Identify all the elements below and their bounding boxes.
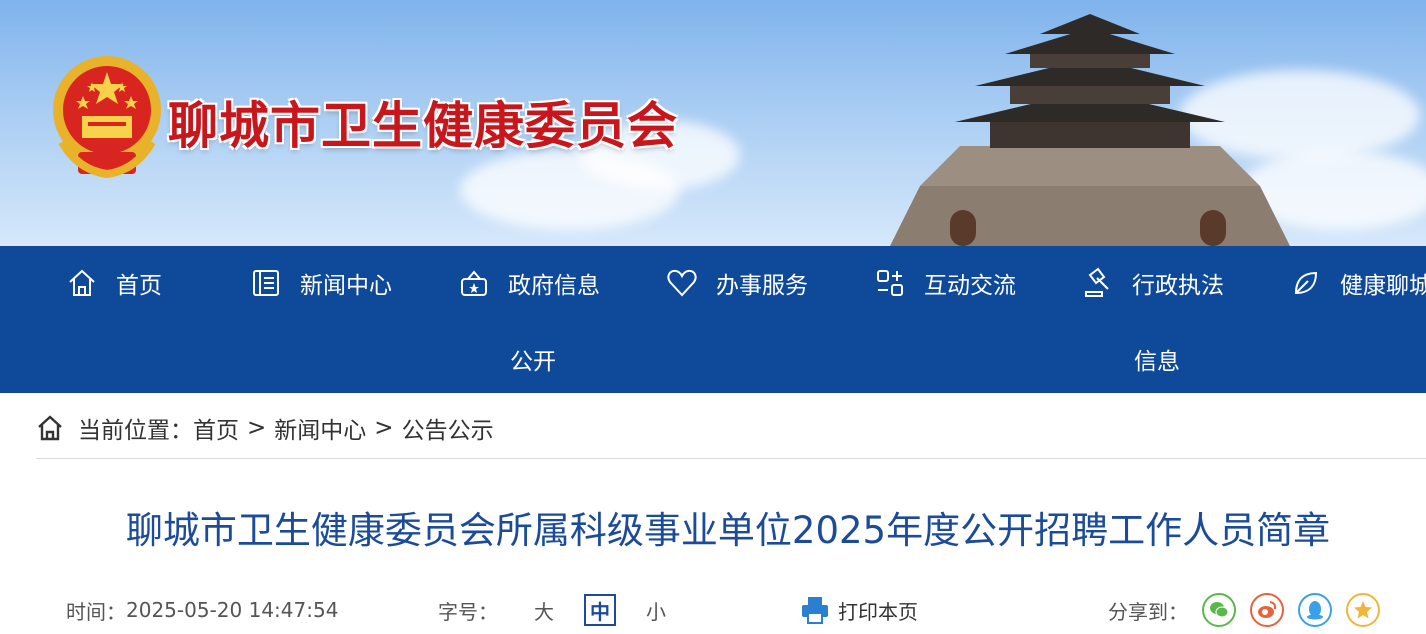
share-bar: 分享到： — [1108, 592, 1380, 628]
breadcrumb: 当前位置： 首页 > 新闻中心 > 公告公示 — [36, 408, 494, 448]
font-size-selector: 字号： 大 中 小 — [438, 592, 666, 628]
article-time: 时间： 2025-05-20 14:47:54 — [66, 592, 338, 628]
leaf-icon — [1294, 271, 1318, 295]
site-title: 聊城市卫生健康委员会 — [168, 97, 678, 155]
interaction-icon — [877, 270, 903, 296]
breadcrumb-separator: > — [374, 415, 394, 441]
article-title: 聊城市卫生健康委员会所属科级事业单位2025年度公开招聘工作人员简章 — [125, 509, 1331, 552]
font-size-medium[interactable]: 中 — [584, 594, 616, 626]
drum-tower-image — [890, 14, 1290, 246]
gavel-icon — [1085, 267, 1109, 297]
wechat-share-icon[interactable] — [1202, 593, 1236, 627]
header-banner: 聊城市卫生健康委员会 — [0, 0, 1426, 246]
font-size-large[interactable]: 大 — [534, 596, 554, 625]
weibo-share-icon[interactable] — [1250, 593, 1284, 627]
breadcrumb-link-notices[interactable]: 公告公示 — [402, 411, 494, 445]
newspaper-icon — [253, 270, 279, 296]
font-size-small[interactable]: 小 — [646, 596, 666, 625]
nav-item-health[interactable]: 健康聊城 — [1290, 266, 1426, 300]
heart-icon — [667, 269, 697, 297]
qzone-share-icon[interactable] — [1346, 593, 1380, 627]
time-label: 时间： — [66, 599, 126, 624]
nav-item-gov-info-line2[interactable]: 公开 — [510, 342, 556, 376]
font-size-label: 字号： — [438, 599, 498, 624]
nav-item-enforcement[interactable]: 行政执法 — [1082, 266, 1224, 300]
government-icon — [461, 270, 487, 296]
nav-item-enforcement-line2[interactable]: 信息 — [1134, 342, 1180, 376]
national-emblem-logo — [53, 56, 161, 179]
nav-item-news[interactable]: 新闻中心 — [250, 266, 392, 300]
time-value: 2025-05-20 14:47:54 — [126, 598, 339, 622]
share-label: 分享到： — [1108, 599, 1188, 624]
breadcrumb-prefix: 当前位置： — [78, 418, 193, 444]
printer-icon — [802, 597, 828, 624]
home-icon — [69, 269, 95, 296]
breadcrumb-link-news[interactable]: 新闻中心 — [274, 411, 366, 445]
nav-item-interaction[interactable]: 互动交流 — [874, 266, 1016, 300]
breadcrumb-separator: > — [247, 415, 267, 441]
home-icon — [38, 415, 62, 441]
nav-item-services[interactable]: 办事服务 — [666, 266, 808, 300]
print-button[interactable]: 打印本页 — [800, 592, 918, 628]
nav-item-gov-info[interactable]: 政府信息 — [458, 266, 600, 300]
main-navigation: 首页 新闻中心 政府信息 公开 办事服务 互动交流 行政执法 信息 健康聊城 — [0, 246, 1426, 393]
qq-share-icon[interactable] — [1298, 593, 1332, 627]
print-label: 打印本页 — [838, 599, 918, 624]
breadcrumb-link-home[interactable]: 首页 — [193, 411, 239, 445]
breadcrumb-divider — [36, 458, 1426, 459]
nav-item-home[interactable]: 首页 — [66, 266, 162, 300]
